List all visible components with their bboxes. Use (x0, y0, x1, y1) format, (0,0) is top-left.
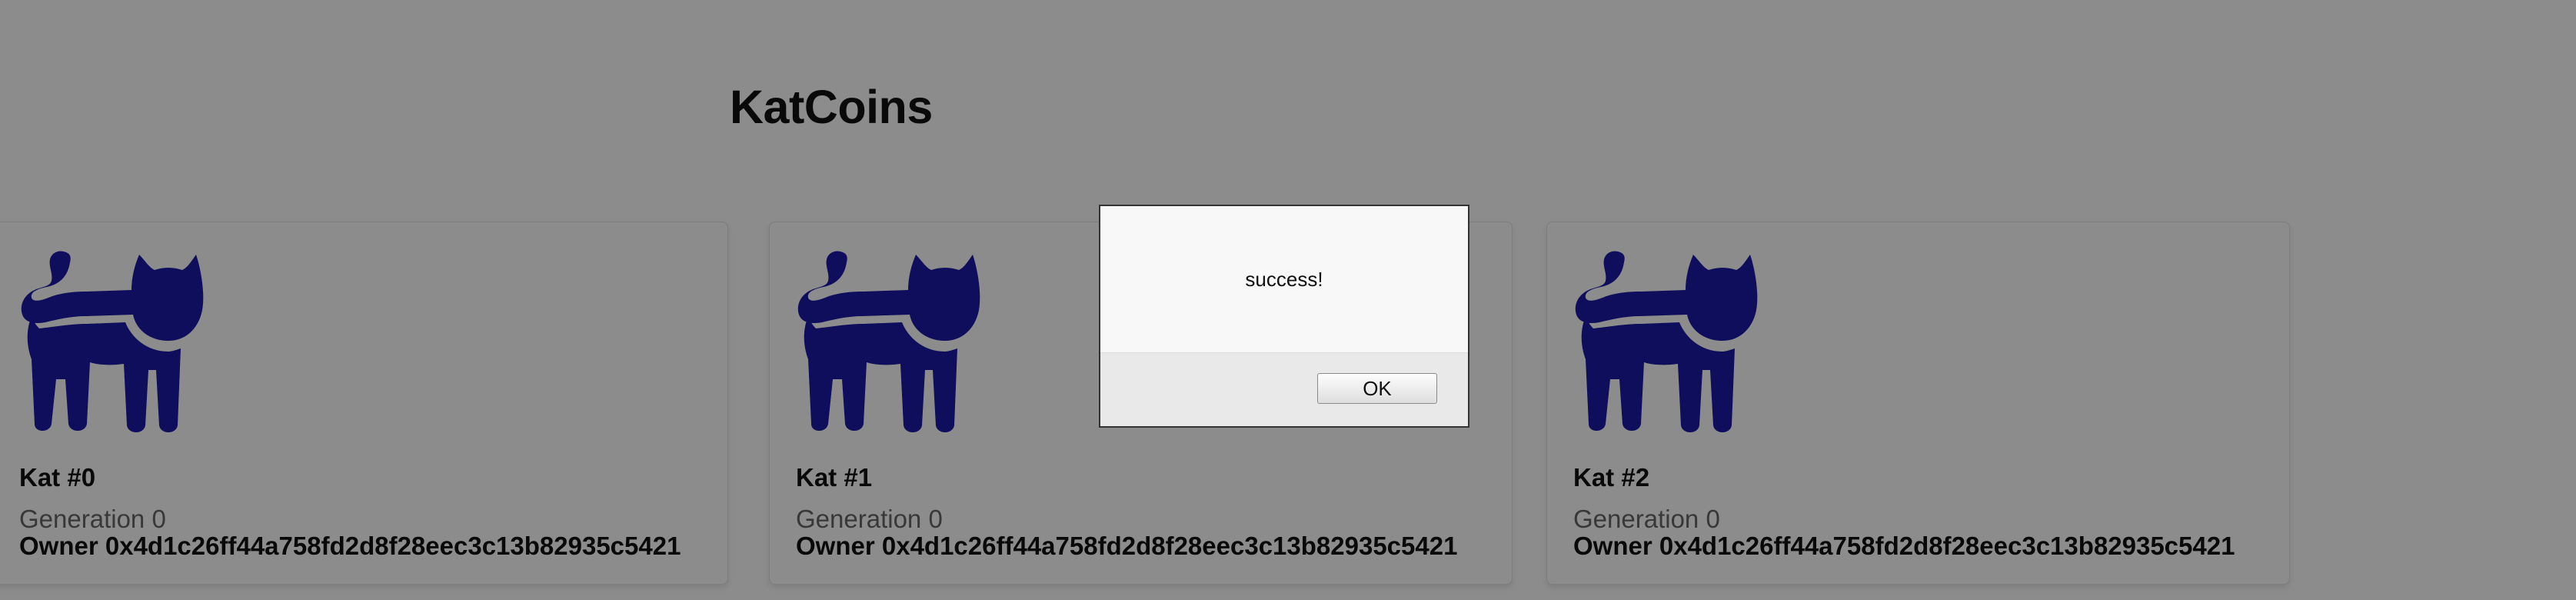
alert-message: success! (1245, 267, 1323, 291)
alert-footer: OK (1100, 352, 1468, 426)
ok-button[interactable]: OK (1317, 373, 1437, 404)
alert-dialog: success! OK (1099, 205, 1469, 428)
